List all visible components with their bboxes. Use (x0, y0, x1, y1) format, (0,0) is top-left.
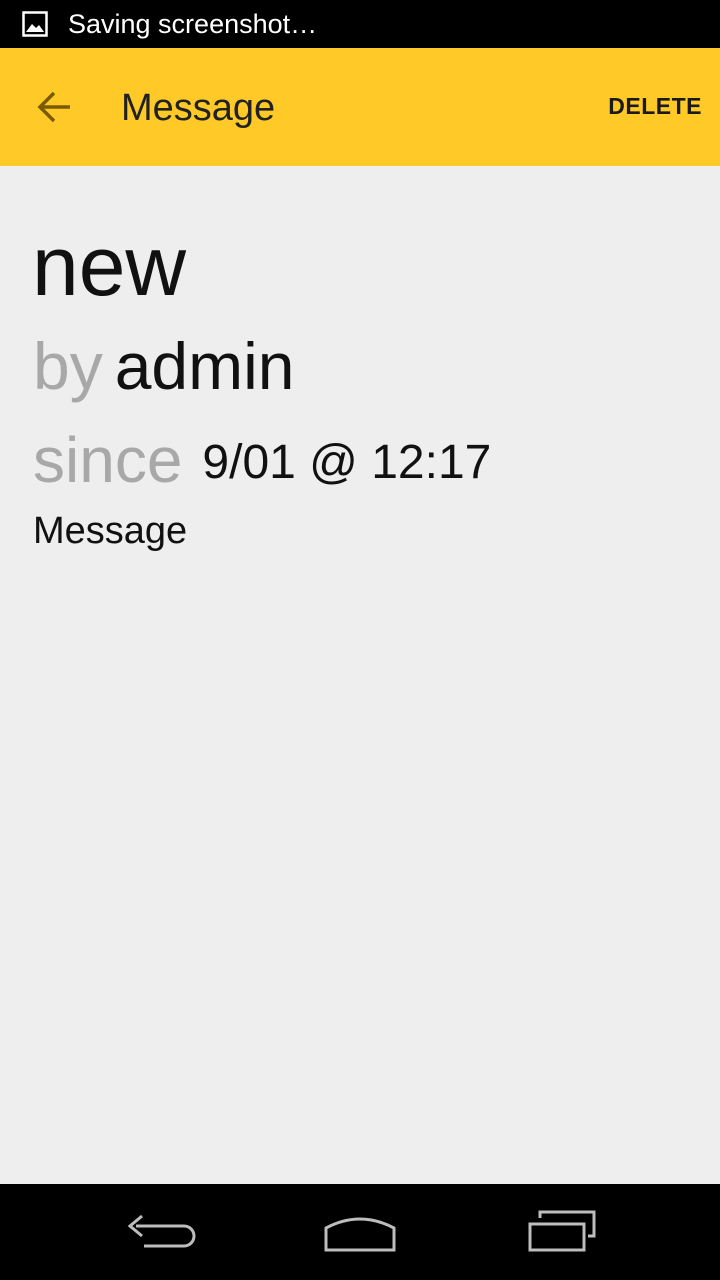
nav-home-icon (324, 1217, 396, 1252)
back-button[interactable] (24, 78, 88, 138)
page-title: Message (121, 87, 276, 129)
nav-home-button[interactable] (320, 1202, 420, 1262)
message-date: 9/01 @ 12:17 (202, 436, 492, 489)
nav-recents-button[interactable] (526, 1202, 626, 1262)
by-label: by (33, 329, 103, 403)
message-body: Message (33, 510, 188, 552)
nav-recents-icon (528, 1210, 596, 1252)
navigation-bar (0, 1184, 720, 1280)
status-bar: Saving screenshot… (0, 0, 720, 48)
since-label: since (33, 424, 183, 496)
message-subject: new (32, 219, 187, 313)
message-detail: new by admin since 9/01 @ 12:17 Message (0, 166, 720, 1184)
nav-back-icon (127, 1214, 196, 1248)
delete-button[interactable]: DELETE (608, 92, 702, 120)
arrow-back-icon (37, 91, 70, 123)
date-row: since 9/01 @ 12:17 (33, 422, 491, 501)
author-row: by admin (33, 328, 294, 404)
author-name: admin (114, 329, 295, 403)
nav-back-button[interactable] (122, 1202, 222, 1262)
image-icon (22, 11, 48, 37)
action-bar: Message DELETE (0, 48, 720, 166)
status-notification-text: Saving screenshot… (68, 9, 318, 39)
